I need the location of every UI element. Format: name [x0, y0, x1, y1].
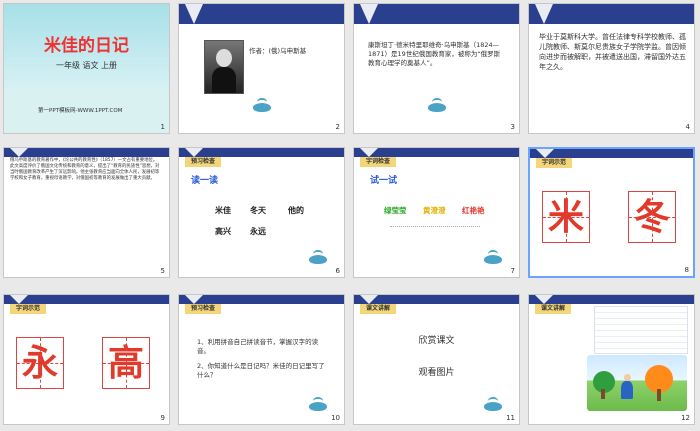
- section-ribbon: 字词检查: [360, 157, 397, 167]
- slide-body-text: 康斯坦丁·德米特里耶维奇·乌申斯基（1824—1871）是19世纪俄国教育家，被…: [368, 41, 501, 67]
- slide-body-text: 毕业于莫斯科大学。曾任法律专科学校教师、孤儿院教师、斯莫尔尼贵族女子学院学监。曾…: [539, 33, 686, 71]
- whale-icon: [426, 98, 448, 112]
- slide-body-text: 俄乌申斯基的教育著作中，《论公共的教育性》（1857）一文占有重要地位。此文高度…: [10, 158, 160, 181]
- question-1: 1、利用拼音自己拼读音节，掌握汉字的读音。: [197, 338, 319, 355]
- character-grid: 高: [102, 337, 150, 389]
- word-item: 绿莹莹: [384, 206, 407, 215]
- slide-number: 4: [685, 123, 690, 131]
- word-item: 黄澄澄: [423, 206, 446, 215]
- slide-header-bar: [529, 295, 694, 304]
- question-2: 2、你知道什么是日记吗？米佳的日记里写了什么？: [197, 362, 325, 379]
- slide-header-bar: [179, 148, 344, 157]
- whale-icon: [482, 397, 504, 411]
- character: 米: [547, 196, 584, 238]
- slide-thumbnail-1[interactable]: 米佳的日记 一年级 语文 上册 第一PPT模板网-WWW.1PPT.COM 1: [3, 3, 170, 134]
- word-item: 米佳: [215, 206, 231, 215]
- slide-thumbnail-6[interactable]: 预习检查 读一读 米佳 冬天 他的 高兴 永远 6: [178, 147, 345, 278]
- slide-number: 10: [331, 414, 340, 422]
- slide-header-bar: [354, 295, 519, 304]
- slide-footer: 第一PPT模板网-WWW.1PPT.COM: [38, 108, 123, 114]
- slide-thumbnail-4[interactable]: 毕业于莫斯科大学。曾任法律专科学校教师、孤儿院教师、斯莫尔尼贵族女子学院学监。曾…: [528, 3, 695, 134]
- slide-thumbnail-7[interactable]: 字词检查 试一试 绿莹莹 黄澄澄 红艳艳 7: [353, 147, 520, 278]
- whale-icon: [482, 250, 504, 264]
- slide-subtitle: 一年级 语文 上册: [55, 61, 118, 70]
- character-grid: 米: [542, 191, 590, 243]
- slide-header-bar: [354, 4, 519, 24]
- section-ribbon: 字词示范: [10, 304, 47, 314]
- slide-number: 11: [506, 414, 515, 422]
- text-lines-illustration: [594, 306, 688, 354]
- word-item: 他的: [288, 206, 304, 215]
- slide-thumbnail-11[interactable]: 课文讲解 欣赏课文 观看图片 11: [353, 294, 520, 425]
- slide-thumbnail-9[interactable]: 字词示范 永 高 9: [3, 294, 170, 425]
- slide-thumbnail-8[interactable]: 字词示范 米 冬 8: [528, 147, 695, 278]
- section-ribbon: 字词示范: [536, 158, 573, 168]
- character-grid: 冬: [628, 191, 676, 243]
- menu-item: 观看图片: [418, 368, 455, 378]
- slide-thumbnail-10[interactable]: 预习检查 1、利用拼音自己拼读音节，掌握汉字的读音。 2、你知道什么是日记吗？米…: [178, 294, 345, 425]
- slide-thumbnail-5[interactable]: 俄乌申斯基的教育著作中，《论公共的教育性》（1857）一文占有重要地位。此文高度…: [3, 147, 170, 278]
- word-item: 永远: [250, 227, 266, 236]
- slide-header-bar: [354, 148, 519, 157]
- menu-item: 欣赏课文: [418, 336, 455, 346]
- slide-number: 12: [681, 414, 690, 422]
- section-ribbon: 预习检查: [185, 304, 222, 314]
- slide-number: 3: [510, 123, 515, 131]
- slide-header-bar: [530, 149, 693, 158]
- section-ribbon: 课文讲解: [535, 304, 572, 314]
- word-item: 高兴: [215, 227, 231, 236]
- section-ribbon: 课文讲解: [360, 304, 397, 314]
- word-item: 红艳艳: [462, 206, 485, 215]
- slide-grid: 米佳的日记 一年级 语文 上册 第一PPT模板网-WWW.1PPT.COM 1 …: [0, 0, 700, 431]
- slide-thumbnail-2[interactable]: 作者：(俄)乌申斯基 2: [178, 3, 345, 134]
- author-portrait: [204, 40, 244, 94]
- section-heading: 试一试: [370, 176, 398, 186]
- slide-number: 6: [335, 267, 340, 275]
- slide-number: 9: [160, 414, 165, 422]
- illustration: [587, 355, 687, 411]
- whale-icon: [307, 397, 329, 411]
- dotted-guide: [390, 226, 480, 235]
- slide-header-bar: [179, 4, 344, 24]
- slide-number: 2: [335, 123, 340, 131]
- slide-header-bar: [529, 4, 694, 24]
- whale-icon: [251, 98, 273, 112]
- whale-icon: [307, 250, 329, 264]
- slide-header-bar: [4, 295, 169, 304]
- word-item: 冬天: [250, 206, 266, 215]
- slide-number: 5: [160, 267, 165, 275]
- slide-thumbnail-3[interactable]: 康斯坦丁·德米特里耶维奇·乌申斯基（1824—1871）是19世纪俄国教育家，被…: [353, 3, 520, 134]
- character: 高: [107, 342, 144, 384]
- character: 冬: [633, 196, 670, 238]
- slide-title: 米佳的日记: [44, 36, 129, 56]
- slide-number: 7: [510, 267, 515, 275]
- slide-header-bar: [179, 295, 344, 304]
- section-heading: 读一读: [191, 176, 219, 186]
- slide-header-bar: [4, 148, 169, 157]
- character-grid: 永: [16, 337, 64, 389]
- character: 永: [21, 342, 58, 384]
- slide-thumbnail-12[interactable]: 课文讲解 12: [528, 294, 695, 425]
- slide-number: 8: [684, 266, 689, 274]
- author-label: 作者：(俄)乌申斯基: [249, 47, 307, 55]
- slide-number: 1: [160, 123, 165, 131]
- section-ribbon: 预习检查: [185, 157, 222, 167]
